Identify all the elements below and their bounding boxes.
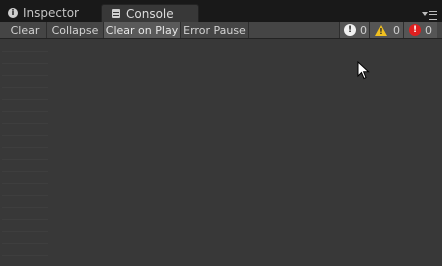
log-filter-toggle[interactable]: ! 0 — [339, 22, 369, 38]
log-row-line — [2, 87, 48, 88]
log-row-line — [2, 123, 48, 124]
log-row-line — [2, 231, 48, 232]
console-toolbar: Clear Collapse Clear on Play Error Pause… — [0, 22, 442, 39]
tab-inspector-label: Inspector — [23, 6, 79, 20]
log-row-line — [2, 243, 48, 244]
console-icon — [112, 9, 120, 18]
tab-console[interactable]: Console — [101, 4, 199, 22]
tab-bar: i Inspector Console — [0, 0, 442, 22]
error-filter-toggle[interactable]: ! 0 — [403, 22, 437, 38]
log-row-line — [2, 219, 48, 220]
warning-triangle-icon: ! — [375, 24, 387, 36]
clear-button[interactable]: Clear — [4, 22, 47, 38]
error-count: 0 — [425, 23, 432, 37]
log-row-line — [2, 147, 48, 148]
log-row-line — [2, 63, 48, 64]
log-row-line — [2, 207, 48, 208]
error-pause-toggle[interactable]: Error Pause — [181, 22, 249, 38]
log-row-line — [2, 171, 48, 172]
tab-inspector[interactable]: i Inspector — [0, 4, 100, 22]
menu-lines-icon — [429, 11, 437, 20]
tab-console-label: Console — [126, 6, 174, 21]
log-row-line — [2, 111, 48, 112]
clear-on-play-toggle[interactable]: Clear on Play — [104, 22, 181, 38]
log-list[interactable] — [0, 39, 442, 266]
log-row-line — [2, 255, 48, 256]
dropdown-arrow-icon — [422, 12, 428, 16]
console-window: i Inspector Console Clear Collapse Clear… — [0, 0, 442, 266]
log-row-line — [2, 135, 48, 136]
log-row-line — [2, 99, 48, 100]
log-row-line — [2, 195, 48, 196]
info-circle-icon: ! — [344, 24, 356, 36]
collapse-toggle[interactable]: Collapse — [47, 22, 104, 38]
warning-count: 0 — [393, 23, 400, 37]
mouse-cursor-icon — [357, 61, 370, 80]
log-row-line — [2, 75, 48, 76]
window-menu-icon[interactable] — [422, 10, 438, 20]
log-row-line — [2, 183, 48, 184]
log-count: 0 — [360, 23, 367, 37]
log-row-line — [2, 51, 48, 52]
warning-filter-toggle[interactable]: ! 0 — [369, 22, 403, 38]
info-icon: i — [8, 8, 18, 18]
error-circle-icon: ! — [409, 24, 421, 36]
log-row-line — [2, 159, 48, 160]
